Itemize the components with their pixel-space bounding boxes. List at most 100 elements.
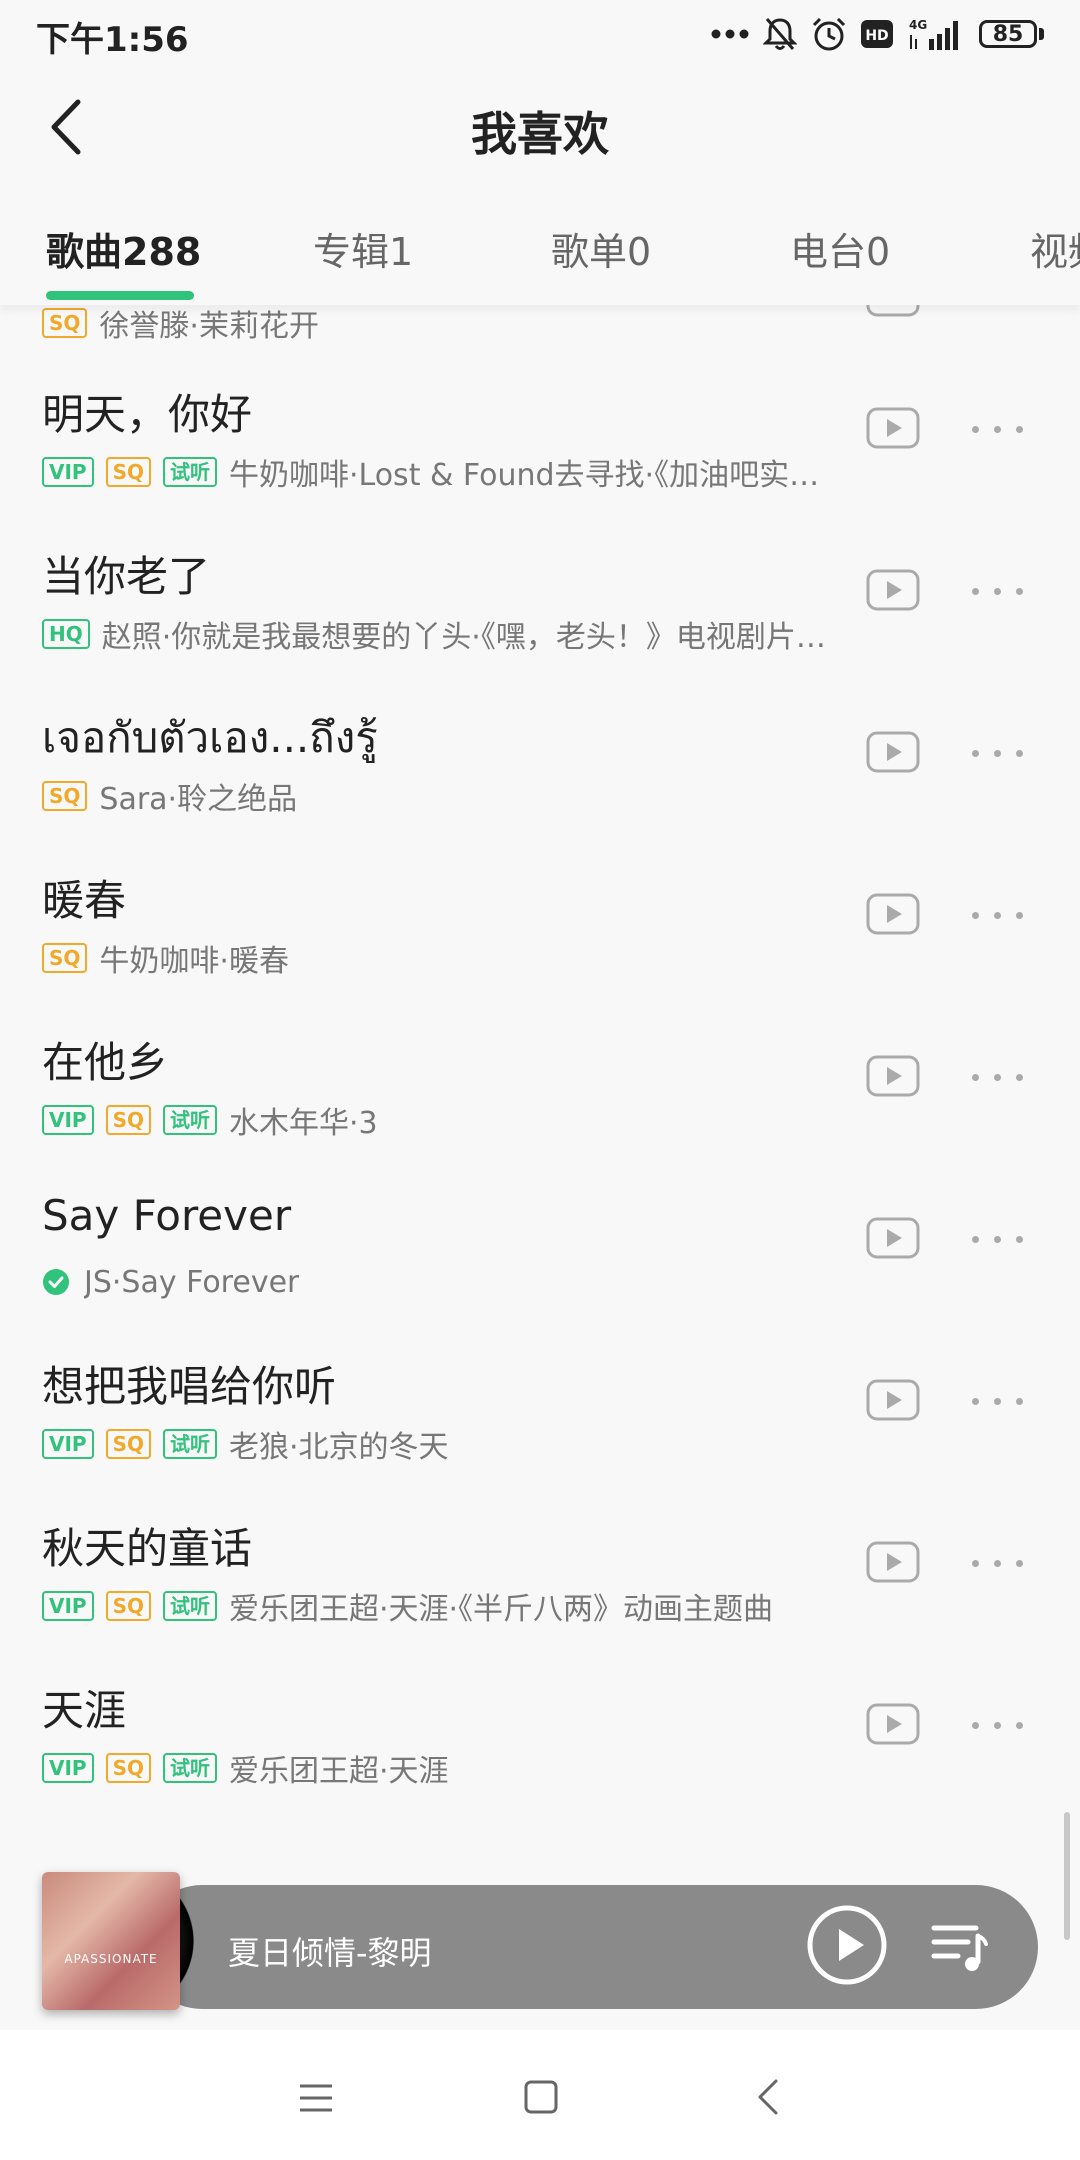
trial-badge: 试听 [162, 1429, 217, 1459]
play-mv-icon[interactable] [866, 1055, 920, 1097]
play-mv-icon[interactable] [866, 1541, 920, 1583]
trial-badge: 试听 [162, 457, 217, 487]
more-options-icon[interactable] [972, 1719, 1024, 1731]
home-icon[interactable] [524, 2080, 558, 2114]
sq-badge: SQ [105, 1429, 151, 1459]
alarm-icon [812, 17, 846, 51]
song-meta-text: 徐誉滕·茉莉花开 [99, 309, 319, 344]
tab-indicator [46, 291, 194, 300]
more-options-icon[interactable] [972, 423, 1024, 435]
scrollbar[interactable] [1064, 1812, 1070, 1940]
status-time: 下午1:56 [36, 20, 189, 60]
song-meta: VIP SQ 试听 水木年华·3 [42, 1100, 378, 1141]
trial-badge: 试听 [162, 1753, 217, 1783]
vip-badge: VIP [42, 1591, 94, 1621]
hd-icon: HD [861, 20, 893, 48]
song-meta: SQ 牛奶咖啡·暖春 [42, 938, 289, 979]
vip-badge: VIP [42, 1753, 94, 1783]
sq-badge: SQ [105, 1105, 151, 1135]
song-meta-text: 牛奶咖啡·暖春 [99, 944, 289, 979]
svg-text:HD: HD [865, 28, 888, 44]
song-meta-text: 老狼·北京的冬天 [228, 1430, 449, 1465]
mute-bell-icon [763, 18, 797, 50]
song-meta: VIP SQ 试听 爱乐团王超·天涯·《半斤八两》动画主题曲 [42, 1586, 773, 1627]
album-art[interactable]: APASSIONATE [42, 1872, 180, 2010]
list-item[interactable]: เจอกับตัวเอง...ถึงรู้ SQ Sara·聆之绝品 [0, 681, 1080, 843]
song-title: 天涯 [42, 1686, 127, 1735]
play-mv-icon[interactable] [866, 1703, 920, 1745]
more-options-icon[interactable] [972, 909, 1024, 921]
song-meta: SQ Sara·聆之绝品 [42, 776, 298, 817]
list-item[interactable]: 在他乡 VIP SQ 试听 水木年华·3 [0, 1005, 1080, 1167]
vip-badge: VIP [42, 1105, 94, 1135]
hq-badge: HQ [42, 619, 90, 649]
sq-badge: SQ [42, 943, 88, 973]
song-meta: VIP SQ 试听 老狼·北京的冬天 [42, 1424, 449, 1465]
more-options-icon[interactable] [972, 585, 1024, 597]
page-title: 我喜欢 [471, 107, 609, 161]
album-art-text: APASSIONATE [64, 1952, 158, 1966]
list-item[interactable]: 明天，你好 VIP SQ 试听 牛奶咖啡·Lost & Found去寻找·《加油… [0, 357, 1080, 519]
more-options-icon[interactable] [972, 747, 1024, 759]
tab-albums[interactable]: 专辑1 [313, 221, 413, 276]
tab-bar: 歌曲288 专辑1 歌单0 电台0 视频 [0, 195, 1080, 305]
play-mv-icon[interactable] [866, 1379, 920, 1421]
status-bar: 下午1:56 HD 4G 85 [0, 0, 1080, 70]
play-mv-icon[interactable] [866, 569, 920, 611]
more-dots-icon [711, 29, 749, 39]
playlist-icon[interactable] [928, 1918, 990, 1974]
system-nav-bar [0, 2030, 1080, 2160]
status-icons: HD 4G 85 [711, 14, 1044, 54]
list-item[interactable]: 天涯 VIP SQ 试听 爱乐团王超·天涯 [0, 1653, 1080, 1815]
song-meta-text: JS·Say Forever [84, 1264, 300, 1300]
tab-playlists[interactable]: 歌单0 [551, 221, 651, 276]
song-meta-text: Sara·聆之绝品 [99, 782, 298, 817]
list-item[interactable]: 秋天的童话 VIP SQ 试听 爱乐团王超·天涯·《半斤八两》动画主题曲 [0, 1491, 1080, 1653]
song-title: 想把我唱给你听 [42, 1362, 337, 1411]
song-meta: JS·Say Forever [42, 1262, 299, 1302]
song-title: 当你老了 [42, 552, 211, 601]
sq-badge: SQ [105, 457, 151, 487]
header: 我喜欢 [0, 70, 1080, 185]
list-item[interactable]: Say Forever JS·Say Forever [0, 1167, 1080, 1329]
play-icon[interactable] [806, 1904, 888, 1986]
tab-videos[interactable]: 视频 [1030, 221, 1080, 276]
trial-badge: 试听 [162, 1105, 217, 1135]
signal-4g-icon: 4G [909, 18, 958, 50]
song-title: 明天，你好 [42, 390, 253, 439]
more-options-icon[interactable] [972, 1233, 1024, 1245]
tab-radio[interactable]: 电台0 [790, 221, 890, 276]
now-playing-title[interactable]: 夏日倾情-黎明 [228, 1928, 432, 1974]
song-meta: VIP SQ 试听 爱乐团王超·天涯 [42, 1748, 449, 1789]
battery-icon: 85 [979, 20, 1044, 48]
list-item[interactable]: 暖春 SQ 牛奶咖啡·暖春 [0, 843, 1080, 1005]
sq-badge: SQ [105, 1753, 151, 1783]
menu-icon[interactable] [298, 2082, 334, 2114]
play-mv-icon[interactable] [866, 731, 920, 773]
nav-back-icon[interactable] [756, 2078, 780, 2116]
sq-badge: SQ [105, 1591, 151, 1621]
downloaded-check-icon [43, 1269, 69, 1295]
play-mv-icon[interactable] [866, 893, 920, 935]
list-item[interactable]: 当你老了 HQ 赵照·你就是我最想要的丫头·《嘿，老头！》电视剧片尾曲 [0, 519, 1080, 681]
list-item[interactable]: 想把我唱给你听 VIP SQ 试听 老狼·北京的冬天 [0, 1329, 1080, 1491]
song-meta-text: 牛奶咖啡·Lost & Found去寻找·《加油吧实习生》 [228, 458, 829, 493]
trial-badge: 试听 [162, 1591, 217, 1621]
more-options-icon[interactable] [972, 1557, 1024, 1569]
song-meta-text: 水木年华·3 [228, 1106, 378, 1141]
song-meta: SQ 徐誉滕·茉莉花开 [42, 303, 319, 344]
song-meta-text: 爱乐团王超·天涯 [228, 1754, 449, 1789]
song-meta: HQ 赵照·你就是我最想要的丫头·《嘿，老头！》电视剧片尾曲 [42, 614, 828, 655]
song-title: 秋天的童话 [42, 1524, 253, 1573]
song-title: Say Forever [42, 1191, 292, 1240]
play-mv-icon[interactable] [866, 1217, 920, 1259]
more-options-icon[interactable] [972, 1071, 1024, 1083]
vip-badge: VIP [42, 1429, 94, 1459]
more-options-icon[interactable] [972, 1395, 1024, 1407]
svg-text:4G: 4G [909, 18, 927, 32]
tab-songs[interactable]: 歌曲288 [46, 221, 201, 276]
battery-level: 85 [979, 20, 1037, 48]
vip-badge: VIP [42, 457, 94, 487]
play-mv-icon[interactable] [866, 407, 920, 449]
song-title: เจอกับตัวเอง...ถึงรู้ [42, 713, 378, 762]
